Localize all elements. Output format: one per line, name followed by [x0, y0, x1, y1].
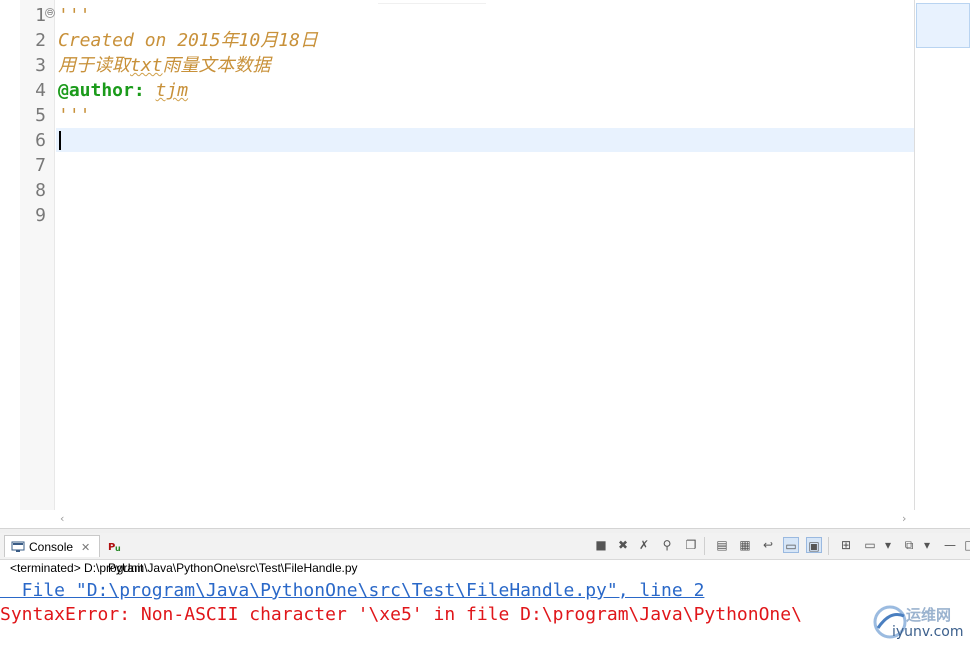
- tab-console[interactable]: Console ✕: [4, 535, 100, 557]
- line-number: 1: [35, 5, 46, 26]
- error-line: SyntaxError: Non-ASCII character '\xe5' …: [0, 604, 802, 625]
- new-console-icon[interactable]: ⊞: [838, 537, 854, 553]
- line-number: 9: [35, 205, 46, 226]
- stop-icon[interactable]: ■: [593, 537, 609, 553]
- maximize-icon[interactable]: □: [962, 537, 970, 553]
- chevron-down-icon[interactable]: ▾: [919, 537, 935, 553]
- code-line-1: ''': [58, 5, 91, 26]
- new-console-view-icon[interactable]: ⧉: [901, 537, 917, 553]
- toolbar-separator: [704, 537, 705, 555]
- remove-launch-icon[interactable]: ✖: [615, 537, 631, 553]
- code-text: 雨量文本数据: [162, 55, 271, 76]
- line-number: 7: [35, 155, 46, 176]
- line-number: 6: [35, 130, 46, 151]
- editor-left-strip: [0, 0, 20, 530]
- watermark-text: 运维网: [906, 606, 952, 624]
- code-area[interactable]: ''' Created on 2015年10月18日 用于读取txt雨量文本数据…: [58, 0, 914, 510]
- author-tag: @author:: [58, 80, 145, 101]
- scroll-right-icon[interactable]: ›: [902, 512, 906, 525]
- code-line-5: ''': [58, 105, 91, 126]
- minimize-icon[interactable]: —: [942, 537, 958, 553]
- fold-toggle-icon[interactable]: ⊖: [45, 8, 55, 18]
- chevron-down-icon[interactable]: ▾: [880, 537, 896, 553]
- tab-console-label: Console: [29, 540, 74, 554]
- toolbar-separator: [828, 537, 829, 555]
- overview-ruler-thumb[interactable]: [916, 3, 970, 48]
- show-on-output-icon[interactable]: ▭: [783, 537, 799, 553]
- watermark: 运维网 iyunv.com: [870, 600, 966, 644]
- console-icon: [11, 538, 25, 552]
- line-number: 3: [35, 55, 46, 76]
- line-number: 8: [35, 180, 46, 201]
- spellcheck-word: txt: [130, 55, 163, 76]
- svg-text:u: u: [115, 544, 121, 552]
- author-name: tjm: [155, 80, 189, 101]
- text-caret: [59, 131, 61, 150]
- pin-icon[interactable]: ⚲: [659, 537, 675, 553]
- code-line-2: Created on 2015年10月18日: [58, 30, 318, 51]
- console-status: <terminated> D:\program\Java\PythonOne\s…: [10, 561, 358, 575]
- display-selected-icon[interactable]: ❐: [683, 537, 699, 553]
- show-on-error-icon[interactable]: ▣: [806, 537, 822, 553]
- line-number: 5: [35, 105, 46, 126]
- code-editor[interactable]: 1 2 3 4 5 6 7 8 9 ⊖ ''' Created on 2015年…: [0, 0, 970, 530]
- traceback-line[interactable]: File "D:\program\Java\PythonOne\src\Test…: [0, 580, 705, 602]
- line-number: 2: [35, 30, 46, 51]
- horizontal-scrollbar[interactable]: ‹ ›: [56, 510, 914, 528]
- pyunit-icon: Pu: [108, 537, 122, 553]
- code-line-3: 用于读取txt雨量文本数据: [58, 53, 271, 78]
- tab-pyunit[interactable]: Pu PyUnit: [102, 535, 164, 575]
- console-view: Console ✕ Pu PyUnit ■ ✖ ✗ ⚲ ❐ ▤ ▦ ↩ ▭ ▣ ⊞…: [0, 533, 970, 649]
- overview-ruler[interactable]: [914, 0, 970, 510]
- watermark-url: iyunv.com: [892, 624, 964, 640]
- remove-all-icon[interactable]: ✗: [636, 537, 652, 553]
- code-line-4: @author: tjm: [58, 78, 188, 103]
- scroll-left-icon[interactable]: ‹: [60, 512, 64, 525]
- close-icon[interactable]: ✕: [81, 537, 90, 559]
- console-tab-bar: Console ✕ Pu PyUnit ■ ✖ ✗ ⚲ ❐ ▤ ▦ ↩ ▭ ▣ ⊞…: [0, 533, 970, 575]
- open-console-icon[interactable]: ▭: [862, 537, 878, 553]
- traceback-link[interactable]: File "D:\program\Java\PythonOne\src\Test…: [0, 580, 705, 601]
- code-text: 用于读取: [58, 55, 130, 76]
- scroll-lock-icon[interactable]: ▦: [737, 537, 753, 553]
- word-wrap-icon[interactable]: ↩: [760, 537, 776, 553]
- line-number-gutter: 1 2 3 4 5 6 7 8 9: [20, 0, 55, 510]
- line-number: 4: [35, 80, 46, 101]
- clear-console-icon[interactable]: ▤: [714, 537, 730, 553]
